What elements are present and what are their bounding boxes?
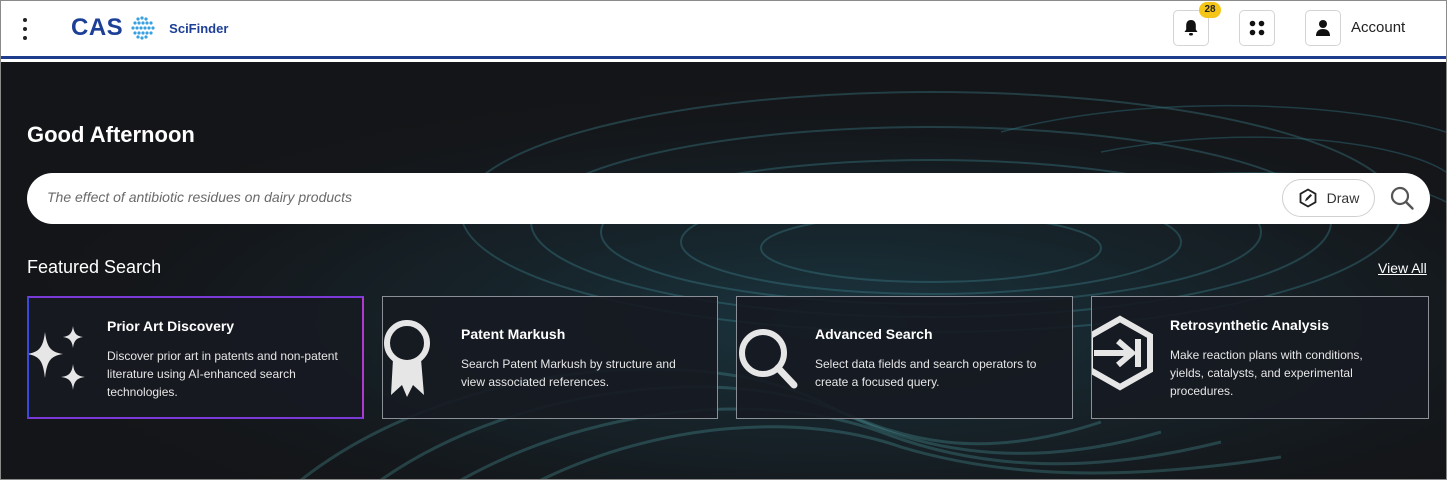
draw-structure-button[interactable]: Draw xyxy=(1282,179,1375,217)
card-title: Patent Markush xyxy=(461,326,566,342)
draw-label: Draw xyxy=(1326,190,1360,206)
hexagon-arrow-icon xyxy=(1092,315,1153,391)
greeting-heading: Good Afternoon xyxy=(27,122,195,147)
card-description: Make reaction plans with conditions, yie… xyxy=(1170,348,1363,398)
apps-grid-button[interactable] xyxy=(1239,10,1275,46)
card-title: Retrosynthetic Analysis xyxy=(1170,317,1329,333)
search-bar: The effect of antibiotic residues on dai… xyxy=(27,173,1430,224)
view-all-link[interactable]: View All xyxy=(1378,260,1427,276)
search-input[interactable]: The effect of antibiotic residues on dai… xyxy=(47,189,352,205)
logo-text: CAS xyxy=(71,14,124,41)
account-label[interactable]: Account xyxy=(1351,19,1405,36)
cas-scifinder-logo[interactable]: CAS SciFinder xyxy=(71,13,228,43)
magnifier-icon xyxy=(739,329,798,389)
award-ribbon-icon xyxy=(384,320,430,397)
notification-count-badge: 28 xyxy=(1199,2,1221,18)
hexagon-pencil-icon xyxy=(1299,188,1317,208)
card-title: Prior Art Discovery xyxy=(107,318,235,334)
hero-section: Good Afternoon The effect of antibiotic … xyxy=(1,62,1446,479)
sparkles-icon xyxy=(29,326,85,390)
card-advanced-search[interactable]: Advanced Search Select data fields and s… xyxy=(736,296,1073,419)
app-window: CAS SciFinder 28 Account Good Afternoon … xyxy=(0,0,1447,480)
card-description: Discover prior art in patents and non-pa… xyxy=(107,349,338,399)
card-prior-art-discovery[interactable]: Prior Art Discovery Discover prior art i… xyxy=(27,296,364,419)
apps-grid-icon xyxy=(1249,20,1265,36)
bell-icon xyxy=(1184,20,1198,36)
search-icon[interactable] xyxy=(1389,185,1415,211)
featured-search-heading: Featured Search xyxy=(27,257,162,277)
account-button[interactable] xyxy=(1305,10,1341,46)
top-bar: CAS SciFinder 28 Account xyxy=(1,1,1446,59)
card-description: Select data fields and search operators … xyxy=(815,357,1037,389)
card-title: Advanced Search xyxy=(815,326,933,342)
user-icon xyxy=(1316,20,1330,36)
card-description: Search Patent Markush by structure and v… xyxy=(461,357,676,389)
cas-hexagon-mark-icon xyxy=(131,16,155,40)
card-patent-markush[interactable]: Patent Markush Search Patent Markush by … xyxy=(382,296,718,419)
product-name: SciFinder xyxy=(169,20,229,36)
card-retrosynthetic-analysis[interactable]: Retrosynthetic Analysis Make reaction pl… xyxy=(1091,296,1429,419)
more-menu-icon[interactable] xyxy=(19,18,31,40)
